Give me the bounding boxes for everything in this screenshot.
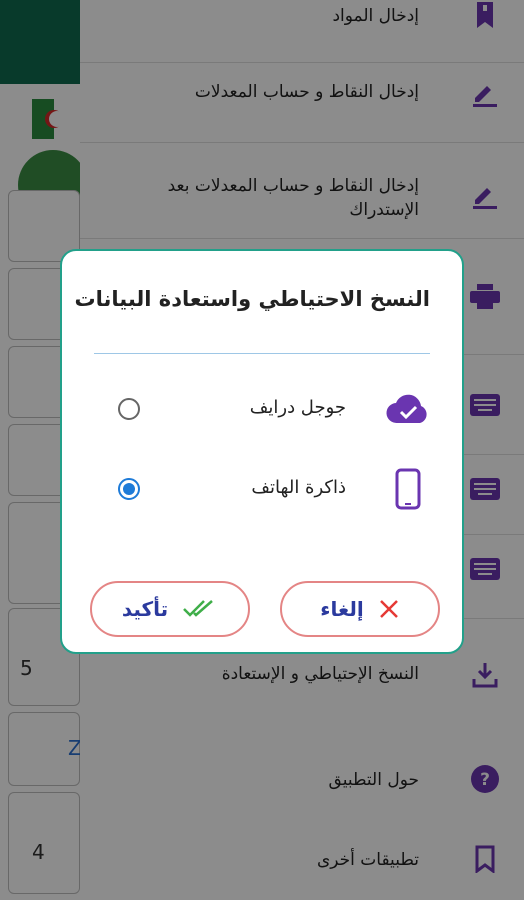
cancel-label: إلغاء — [320, 597, 364, 621]
smartphone-icon — [386, 468, 430, 510]
dialog-divider — [94, 353, 430, 354]
option-google-drive[interactable]: جوجل درايف — [62, 389, 462, 429]
close-icon — [379, 600, 398, 618]
backup-dialog: النسخ الاحتياطي واستعادة البيانات جوجل د… — [60, 249, 464, 654]
cancel-button[interactable]: إلغاء — [280, 581, 440, 637]
double-check-icon — [183, 600, 214, 617]
option-label: ذاكرة الهاتف — [251, 477, 346, 498]
cloud-done-icon — [386, 389, 430, 429]
radio-google-drive[interactable] — [118, 398, 140, 420]
confirm-button[interactable]: تأكيد — [90, 581, 250, 637]
radio-phone-storage[interactable] — [118, 478, 140, 500]
confirm-label: تأكيد — [121, 597, 169, 621]
option-phone-storage[interactable]: ذاكرة الهاتف — [62, 468, 462, 510]
option-label: جوجل درايف — [249, 397, 346, 418]
dialog-title: النسخ الاحتياطي واستعادة البيانات — [74, 287, 431, 311]
